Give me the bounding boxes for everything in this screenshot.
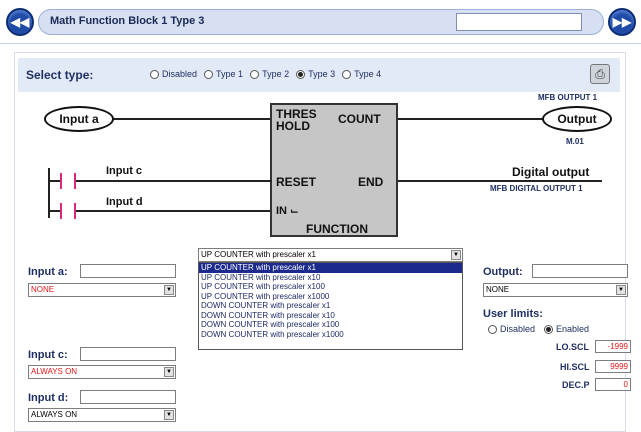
print-button[interactable]: ⎙ xyxy=(590,64,610,84)
output-node-label: Output xyxy=(557,112,597,126)
input-a-node-label: Input a xyxy=(59,112,99,126)
dropdown-option[interactable]: DOWN COUNTER with prescaler x1 xyxy=(199,301,462,311)
lo-scl-label: LO.SCL xyxy=(556,342,589,352)
chevron-down-icon: ▼ xyxy=(164,410,174,420)
radio-label-type-1: Type 1 xyxy=(216,69,244,79)
radio-label-type-4: Type 4 xyxy=(354,69,382,79)
chevron-down-icon: ▼ xyxy=(164,285,174,295)
output-field[interactable] xyxy=(532,264,628,278)
count-label: COUNT xyxy=(338,112,381,126)
function-dropdown-list: UP COUNTER with prescaler x1 UP COUNTER … xyxy=(198,262,463,350)
in-label: IN ⌙ xyxy=(276,205,298,217)
hold-text: HOLD xyxy=(276,119,310,133)
radio-label-type-3: Type 3 xyxy=(308,69,336,79)
function-select[interactable]: UP COUNTER with prescaler x1 ▼ xyxy=(198,248,463,262)
dropdown-option[interactable]: DOWN COUNTER with prescaler x10 xyxy=(199,311,462,321)
pulse-edge-icon: ⌙ xyxy=(290,206,299,217)
radio-type-2[interactable] xyxy=(250,69,260,79)
output-label: Output: xyxy=(483,266,523,278)
radio-type-4[interactable] xyxy=(342,69,352,79)
radio-label-limits-disabled: Disabled xyxy=(500,324,536,334)
radio-type-1[interactable] xyxy=(204,69,214,79)
input-a-label: Input a: xyxy=(28,266,68,278)
wire-output xyxy=(398,118,544,120)
forward-button[interactable]: ▶▶ xyxy=(608,8,636,36)
input-a-select-value: NONE xyxy=(31,285,55,294)
contact-c xyxy=(60,173,76,189)
input-d-select[interactable]: ALWAYS ON ▼ xyxy=(28,408,176,422)
thres-hold-label: THRES HOLD xyxy=(276,108,317,132)
input-d-label: Input d: xyxy=(28,392,69,404)
output-node: Output xyxy=(542,106,612,132)
input-a-select[interactable]: NONE ▼ xyxy=(28,283,176,297)
wire-input-d xyxy=(48,210,270,212)
input-d-select-value: ALWAYS ON xyxy=(31,410,78,419)
hi-scl-label: HI.SCL xyxy=(560,362,590,372)
input-c-rung-label: Input c xyxy=(106,165,143,177)
radio-label-disabled: Disabled xyxy=(162,69,198,79)
dropdown-option[interactable]: UP COUNTER with prescaler x1000 xyxy=(199,292,462,302)
input-c-field[interactable] xyxy=(80,347,176,361)
radio-label-type-2: Type 2 xyxy=(262,69,290,79)
chevron-down-icon: ▼ xyxy=(616,285,626,295)
dropdown-option[interactable]: UP COUNTER with prescaler x1 xyxy=(199,263,462,273)
double-right-arrow-icon: ▶▶ xyxy=(612,15,632,29)
limits-radio-group: Disabled Enabled xyxy=(488,324,589,334)
hi-scl-field[interactable]: 9999 xyxy=(595,360,631,373)
in-text: IN xyxy=(276,205,287,217)
digital-output-label: Digital output xyxy=(512,165,590,179)
type-radio-group: Disabled Type 1 Type 2 Type 3 Type 4 xyxy=(150,69,381,79)
back-button[interactable]: ◀◀ xyxy=(6,8,34,36)
input-c-select[interactable]: ALWAYS ON ▼ xyxy=(28,365,176,379)
dropdown-option[interactable]: UP COUNTER with prescaler x10 xyxy=(199,273,462,283)
input-a-field[interactable] xyxy=(80,264,176,278)
function-select-value: UP COUNTER with prescaler x1 xyxy=(201,250,316,259)
contact-d xyxy=(60,203,76,219)
chevron-down-icon: ▼ xyxy=(451,250,461,260)
radio-limits-disabled[interactable] xyxy=(488,324,497,334)
wire-digital-output xyxy=(398,180,602,182)
dec-p-field[interactable]: 0 xyxy=(595,378,631,391)
function-label: FUNCTION xyxy=(306,222,368,236)
radio-type-3[interactable] xyxy=(296,69,306,79)
wire-input-a xyxy=(112,118,272,120)
output-bottom-label: M.01 xyxy=(566,137,584,146)
output-select-value: NONE xyxy=(486,285,510,294)
end-label: END xyxy=(358,175,384,189)
dropdown-option[interactable]: DOWN COUNTER with prescaler x100 xyxy=(199,320,462,330)
output-top-label: MFB OUTPUT 1 xyxy=(538,93,598,102)
input-a-node: Input a xyxy=(44,106,114,132)
double-left-arrow-icon: ◀◀ xyxy=(10,15,30,29)
page-title: Math Function Block 1 Type 3 xyxy=(50,15,205,27)
input-c-label: Input c: xyxy=(28,349,68,361)
radio-limits-enabled[interactable] xyxy=(544,324,554,334)
input-d-rung-label: Input d xyxy=(106,196,143,208)
title-input[interactable] xyxy=(456,13,582,31)
wire-input-c xyxy=(48,180,272,182)
input-c-select-value: ALWAYS ON xyxy=(31,367,78,376)
lo-scl-field[interactable]: -1999 xyxy=(595,340,631,353)
output-select[interactable]: NONE ▼ xyxy=(483,283,628,297)
dropdown-option[interactable]: DOWN COUNTER with prescaler x1000 xyxy=(199,330,462,340)
chevron-down-icon: ▼ xyxy=(164,367,174,377)
printer-icon: ⎙ xyxy=(595,67,605,81)
radio-label-limits-enabled: Enabled xyxy=(556,324,590,334)
digital-output-sub-label: MFB DIGITAL OUTPUT 1 xyxy=(490,184,583,193)
user-limits-label: User limits: xyxy=(483,308,543,320)
reset-label: RESET xyxy=(276,175,317,189)
dec-p-label: DEC.P xyxy=(562,380,590,390)
input-d-field[interactable] xyxy=(80,390,176,404)
radio-disabled[interactable] xyxy=(150,69,159,79)
select-type-label: Select type: xyxy=(26,68,94,82)
dropdown-option[interactable]: UP COUNTER with prescaler x100 xyxy=(199,282,462,292)
